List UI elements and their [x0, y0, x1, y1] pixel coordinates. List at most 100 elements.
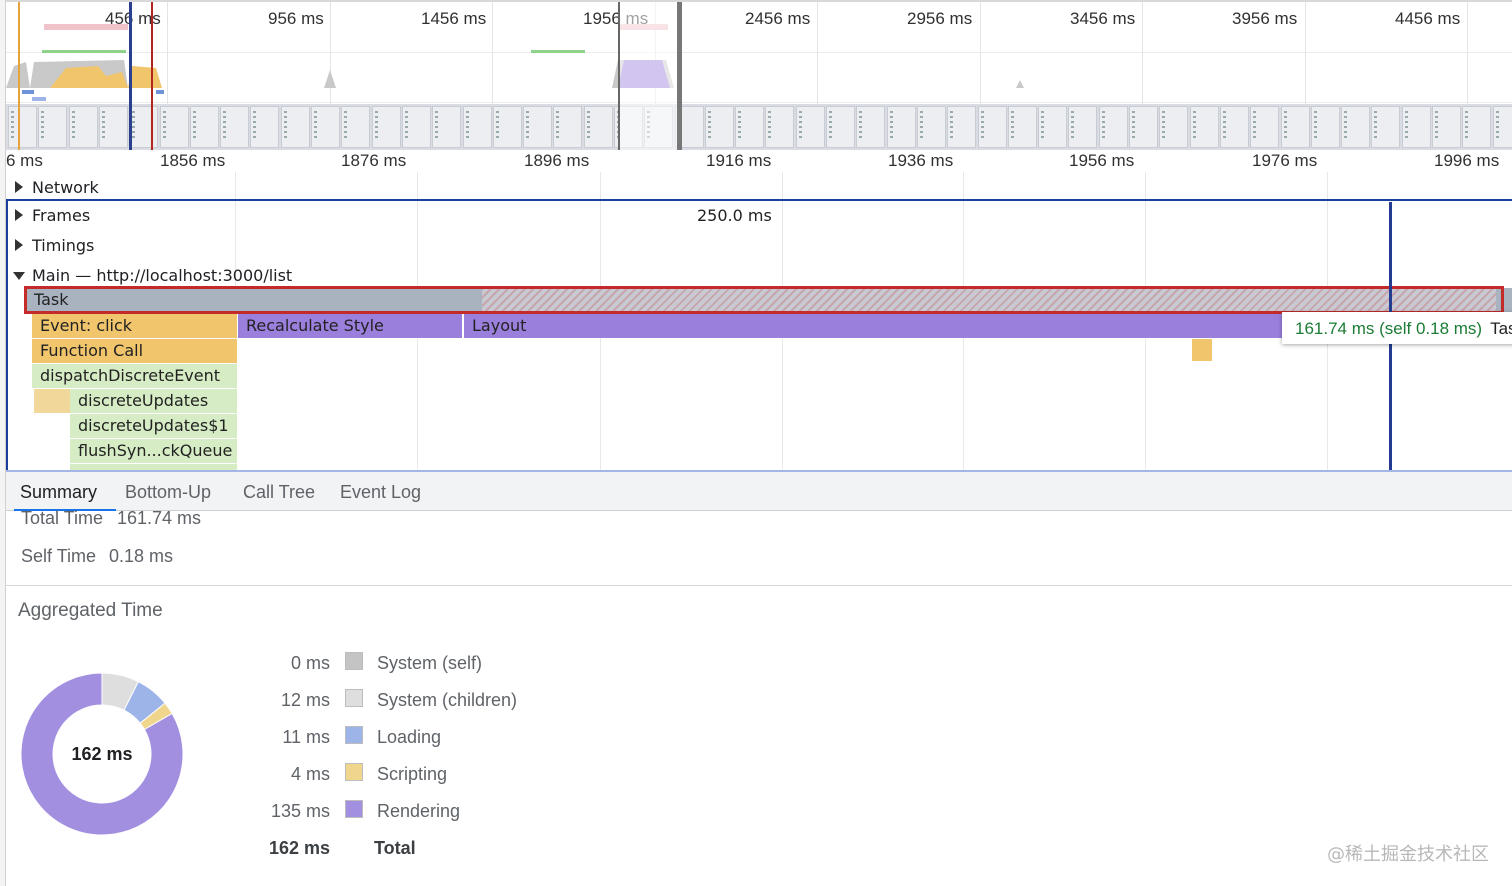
ruler-time-label: 1956 ms	[1069, 151, 1135, 170]
track-timings[interactable]: Timings	[6, 232, 1512, 262]
filmstrip-frame	[341, 106, 370, 148]
overview-time-label: 956 ms	[268, 9, 324, 28]
tab-event-log[interactable]: Event Log	[340, 482, 421, 503]
flame-function-call[interactable]: Function Call	[32, 339, 237, 363]
self-time-label: Self Time	[21, 546, 97, 566]
legend-name: Rendering	[377, 801, 461, 821]
legend-value: 135 ms	[270, 801, 330, 821]
filmstrip-frame	[1311, 106, 1340, 148]
track-frames[interactable]: Frames 250.0 ms	[6, 202, 1512, 232]
filmstrip-frame	[1462, 106, 1491, 148]
filmstrip-frame	[765, 106, 794, 148]
overview-marker-dcl	[18, 2, 20, 150]
flame-discrete-updates-1[interactable]: discreteUpdates$1	[70, 414, 237, 438]
filmstrip-frame	[1068, 106, 1097, 148]
filmstrip-frame	[1129, 106, 1158, 148]
legend-swatch-scripting	[345, 763, 363, 781]
overview-network-bar	[44, 24, 128, 30]
filmstrip-frame	[493, 106, 522, 148]
filmstrip-frame	[826, 106, 855, 148]
frame-duration: 250.0 ms	[697, 206, 772, 225]
legend-swatch-rendering	[345, 800, 363, 818]
filmstrip-frame	[947, 106, 976, 148]
flame-discrete-updates-label: discreteUpdates	[78, 391, 209, 410]
ruler-time-label: 1916 ms	[706, 151, 772, 170]
flame-flush-sync-label: flushSyn...ckQueue	[78, 441, 233, 460]
legend-value: 11 ms	[282, 727, 330, 747]
filmstrip-frame	[1341, 106, 1370, 148]
flame-event-click-label: Event: click	[40, 316, 133, 335]
expand-arrow-icon[interactable]	[15, 209, 23, 221]
overview-selection-window[interactable]	[618, 2, 682, 150]
filmstrip-frame	[281, 106, 310, 148]
legend-swatch-system-self	[345, 652, 363, 670]
flame-recalculate-style-label: Recalculate Style	[246, 316, 384, 335]
legend-total-name: Total	[374, 838, 416, 858]
overview-fps-bar	[531, 50, 585, 53]
overview-time-label: 2956 ms	[907, 9, 973, 28]
selected-task-outline	[24, 286, 1504, 314]
flame-small-frame[interactable]	[34, 389, 70, 413]
track-frames-label: Frames	[32, 206, 91, 225]
total-time-label: Total Time	[21, 508, 104, 528]
ruler-time-label: 1856 ms	[160, 151, 226, 170]
legend-name: System (self)	[377, 653, 483, 673]
expand-arrow-icon[interactable]	[15, 181, 23, 193]
tab-call-tree[interactable]: Call Tree	[243, 482, 315, 503]
ruler-time-label: 6 ms	[6, 151, 43, 170]
filmstrip-frame	[402, 106, 431, 148]
filmstrip-frame	[1038, 106, 1067, 148]
filmstrip-frame	[129, 106, 158, 148]
overview-fps-bar	[42, 50, 126, 53]
expand-arrow-icon[interactable]	[15, 239, 23, 251]
track-network-label: Network	[32, 178, 99, 197]
legend-value: 0 ms	[290, 653, 330, 673]
filmstrip-frame	[190, 106, 219, 148]
details-tabs: Summary Bottom-Up Call Tree Event Log	[6, 470, 1512, 511]
filmstrip-frame	[1493, 106, 1512, 148]
overview-time-label: 3456 ms	[1070, 9, 1136, 28]
timeline-overview[interactable]: 456 ms 956 ms 1456 ms 1956 ms 2456 ms 29…	[6, 0, 1512, 150]
watermark: @稀土掘金技术社区	[1327, 844, 1489, 865]
tab-summary[interactable]: Summary	[20, 482, 97, 503]
filmstrip-frame	[372, 106, 401, 148]
filmstrip-frame	[1402, 106, 1431, 148]
overview-gridline	[6, 52, 1512, 53]
filmstrip-frame	[917, 106, 946, 148]
overview-time-label: 4456 ms	[1395, 9, 1461, 28]
filmstrip-frame	[8, 106, 37, 148]
flame-discrete-updates-1-label: discreteUpdates$1	[78, 416, 229, 435]
tab-bottom-up[interactable]: Bottom-Up	[125, 482, 211, 503]
legend-total-value: 162 ms	[268, 838, 330, 858]
filmstrip-frame	[250, 106, 279, 148]
filmstrip-frame	[311, 106, 340, 148]
ruler-time-label: 1936 ms	[888, 151, 954, 170]
filmstrip-frame	[705, 106, 734, 148]
filmstrip-frame	[735, 106, 764, 148]
flame-discrete-updates[interactable]: discreteUpdates	[70, 389, 237, 413]
flame-flush-sync[interactable]: flushSyn...ckQueue	[70, 439, 237, 463]
flame-recalculate-style[interactable]: Recalculate Style	[238, 314, 462, 338]
legend-value: 4 ms	[290, 764, 330, 784]
flame-dispatch-discrete-event[interactable]: dispatchDiscreteEvent	[32, 364, 237, 388]
track-timings-label: Timings	[32, 236, 95, 255]
flame-event-click[interactable]: Event: click	[32, 314, 237, 338]
overview-loading-mark	[32, 97, 46, 101]
donut-center-label: 162 ms	[71, 744, 133, 764]
ruler-time-label: 1896 ms	[524, 151, 590, 170]
total-time-value: 161.74 ms	[117, 508, 202, 528]
filmstrip-frame	[1250, 106, 1279, 148]
tooltip-name: Task	[1490, 319, 1512, 338]
collapse-arrow-icon[interactable]	[13, 272, 25, 280]
filmstrip-frame	[38, 106, 67, 148]
overview-gridline	[6, 102, 1512, 103]
flame-dispatch-label: dispatchDiscreteEvent	[40, 366, 221, 385]
overview-marker-current	[129, 2, 132, 150]
aggregated-time-title: Aggregated Time	[18, 600, 163, 621]
track-separator	[6, 199, 1512, 201]
flame-small-scripting[interactable]	[1192, 339, 1212, 361]
ruler-time-label: 1996 ms	[1434, 151, 1500, 170]
filmstrip-frame	[1432, 106, 1461, 148]
filmstrip-frame	[69, 106, 98, 148]
filmstrip-frame	[1159, 106, 1188, 148]
